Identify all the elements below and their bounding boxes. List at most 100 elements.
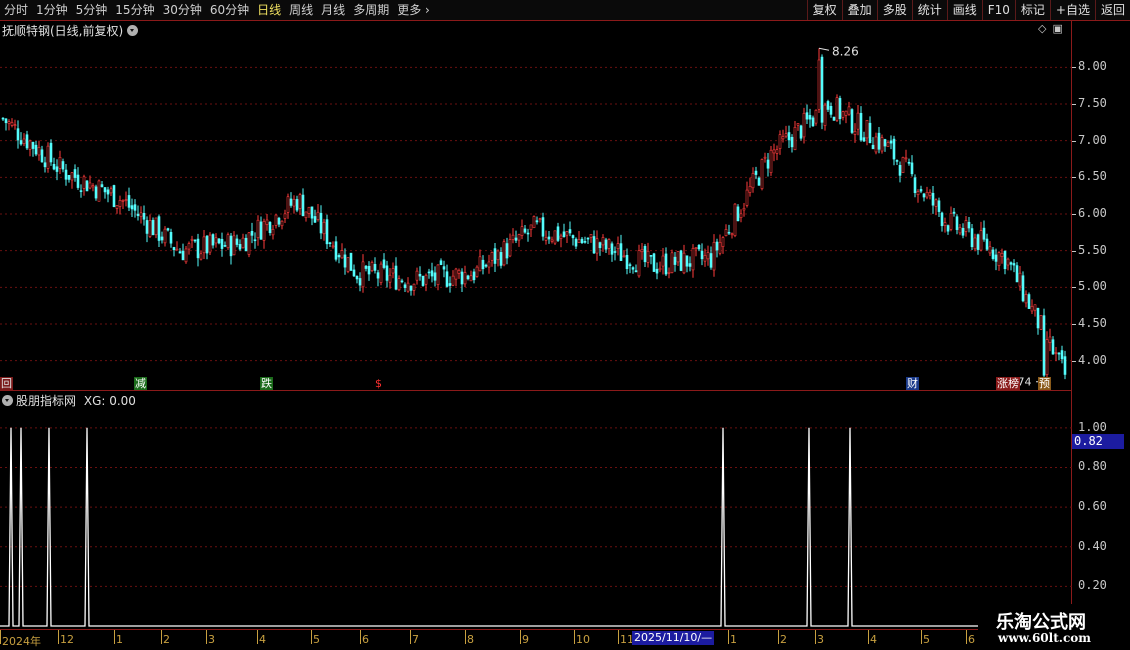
candle [145, 216, 149, 243]
chevron-down-icon[interactable] [127, 25, 139, 36]
candle [811, 115, 815, 127]
candle [61, 158, 65, 173]
candle [424, 273, 428, 292]
xg-value: XG: 0.00 [83, 394, 136, 408]
period-tab-5[interactable]: 60分钟 [206, 0, 253, 20]
toolbar-button-5[interactable]: F10 [981, 0, 1015, 20]
candle [1057, 352, 1061, 361]
candle [907, 158, 911, 166]
indicator-chart[interactable] [0, 408, 1072, 630]
price-tick-mark-8 [1072, 360, 1076, 362]
diamond-icon[interactable]: ◇ [1038, 22, 1046, 35]
candle [313, 209, 317, 224]
event-tag-5[interactable]: 涨榜 [996, 377, 1020, 390]
candle [481, 255, 485, 275]
candle [883, 138, 887, 152]
main-chart-title[interactable]: 抚顺特钢(日线,前复权) [2, 22, 139, 39]
toolbar-button-8[interactable]: 返回 [1094, 0, 1130, 20]
price-tick-mark-1 [1072, 104, 1076, 105]
candle [217, 238, 221, 245]
candle [964, 216, 968, 237]
date-tick-13: 1 [730, 633, 737, 646]
candle [193, 239, 197, 243]
toolbar-button-1[interactable]: 叠加 [841, 0, 877, 20]
candle [343, 248, 347, 275]
candle [904, 149, 908, 163]
candle [646, 242, 650, 268]
period-tab-7[interactable]: 周线 [285, 0, 317, 20]
candle [589, 234, 593, 243]
candle [700, 243, 704, 266]
price-tick-0: 8.00 [1078, 59, 1107, 74]
period-tab-4[interactable]: 30分钟 [159, 0, 206, 20]
event-tag-1[interactable]: 减 [134, 377, 147, 390]
period-tab-1[interactable]: 1分钟 [32, 0, 72, 20]
candle [619, 234, 623, 261]
event-tag-0[interactable]: 回 [0, 377, 13, 390]
event-tag-4[interactable]: 财 [906, 377, 919, 390]
candle [673, 252, 677, 272]
candle [679, 249, 683, 272]
candle [778, 130, 782, 155]
price-tick-mark-3 [1072, 177, 1076, 179]
date-tick-mark-2 [114, 630, 115, 644]
window-icon[interactable]: ▣ [1052, 22, 1062, 35]
candle [175, 241, 179, 251]
candle [799, 124, 803, 141]
period-tab-10[interactable]: 更多 › [393, 0, 434, 20]
candle [172, 246, 176, 257]
toolbar-button-4[interactable]: 画线 [946, 0, 982, 20]
candle [835, 94, 839, 123]
candle [181, 243, 185, 261]
date-tick-14: 2 [780, 633, 787, 646]
indicator-title[interactable]: 股朋指标网 XG: 0.00 [2, 392, 136, 409]
chevron-down-icon[interactable] [2, 395, 13, 406]
toolbar-button-7[interactable]: +自选 [1049, 0, 1095, 20]
candle [241, 233, 245, 249]
date-tick-7: 6 [362, 633, 369, 646]
event-tag-2[interactable]: 跌 [260, 377, 273, 390]
candle [691, 244, 695, 278]
period-tab-6[interactable]: 日线 [253, 0, 285, 20]
candle [1009, 261, 1013, 271]
candle [838, 95, 842, 125]
toolbar-button-3[interactable]: 统计 [911, 0, 947, 20]
candle [613, 246, 617, 261]
toolbar-button-0[interactable]: 复权 [806, 0, 842, 20]
toolbar-button-6[interactable]: 标记 [1014, 0, 1050, 20]
candle [958, 224, 962, 236]
period-tab-9[interactable]: 多周期 [349, 0, 393, 20]
period-tab-2[interactable]: 5分钟 [72, 0, 112, 20]
candle [547, 230, 551, 244]
candlestick-chart[interactable]: 8.263.74 [0, 38, 1072, 390]
date-tick-16: 4 [870, 633, 877, 646]
candle [592, 230, 596, 255]
candle [832, 116, 836, 121]
candle [511, 228, 515, 244]
period-tab-8[interactable]: 月线 [317, 0, 349, 20]
candle [496, 249, 500, 267]
event-tag-6[interactable]: 预 [1038, 377, 1051, 390]
toolbar-buttons: 复权 叠加 多股 统计 画线 F10 标记 +自选 返回 [806, 0, 1130, 20]
date-tick-mark-11 [574, 630, 575, 644]
period-tab-0[interactable]: 分时 [0, 0, 32, 20]
candle [901, 156, 905, 173]
candle [277, 216, 281, 228]
candle [28, 139, 32, 157]
date-tick-mark-0 [0, 630, 1, 644]
candle [517, 233, 521, 247]
event-tag-3[interactable]: $ [374, 377, 383, 390]
candle [442, 260, 446, 278]
toolbar-button-2[interactable]: 多股 [876, 0, 912, 20]
candle [976, 233, 980, 255]
period-tab-3[interactable]: 15分钟 [111, 0, 158, 20]
candle [373, 257, 377, 274]
candle [439, 258, 443, 266]
candle [562, 223, 566, 238]
candle [349, 252, 353, 271]
candle [1039, 315, 1043, 331]
candle [634, 264, 638, 273]
candle [571, 234, 575, 246]
date-tick-mark-17 [921, 630, 922, 644]
price-tick-1: 7.50 [1078, 96, 1107, 110]
